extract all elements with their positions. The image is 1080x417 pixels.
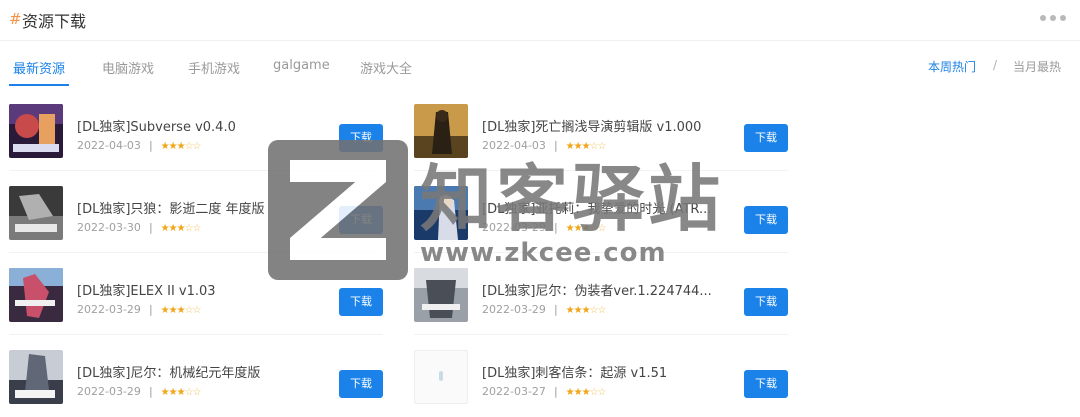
section-header: # 资源下载 [0, 0, 1080, 41]
item-meta: 2022-03-29 | ★★★☆☆ [482, 303, 606, 316]
row-divider [414, 170, 788, 171]
tab-game-collection[interactable]: 游戏大全 [360, 58, 412, 77]
download-button[interactable]: 下载 [339, 288, 383, 316]
death-stranding-thumb[interactable] [414, 104, 468, 158]
tab-galgame[interactable]: galgame [273, 58, 330, 73]
download-button[interactable]: 下载 [744, 288, 788, 316]
rating-stars: ★★★☆☆ [565, 387, 607, 398]
item-title[interactable]: [DL独家]ELEX II v1.03 [77, 280, 216, 299]
item-date: 2022-03-29 [482, 303, 546, 316]
row-divider [9, 252, 383, 253]
item-title[interactable]: [DL独家]尼尔：机械纪元年度版 [77, 362, 260, 381]
download-button[interactable]: 下载 [744, 206, 788, 234]
rating-stars: ★★★☆☆ [160, 387, 202, 398]
row-divider [9, 334, 383, 335]
rating-stars: ★★★☆☆ [565, 305, 607, 316]
download-button[interactable]: 下载 [744, 124, 788, 152]
tab-pc-games[interactable]: 电脑游戏 [102, 58, 154, 77]
nier-replicant-thumb[interactable] [414, 268, 468, 322]
item-title[interactable]: [DL独家]只狼：影逝二度 年度版 [77, 198, 265, 217]
rating-stars: ★★★☆☆ [160, 305, 202, 316]
atri-thumb[interactable] [414, 186, 468, 240]
list-item: [DL独家]刺客信条：起源 v1.51 2022-03-27 | ★★★☆☆ 下载 [414, 350, 794, 408]
item-title[interactable]: [DL独家]亚托莉：我挚爱的时光 (ATR... [482, 198, 711, 217]
rating-stars: ★★★☆☆ [160, 223, 202, 234]
item-title[interactable]: [DL独家]刺客信条：起源 v1.51 [482, 362, 667, 381]
download-button[interactable]: 下载 [339, 124, 383, 152]
row-divider [414, 334, 788, 335]
item-date: 2022-04-03 [482, 139, 546, 152]
download-button[interactable]: 下载 [744, 370, 788, 398]
section-title: 资源下载 [22, 12, 87, 31]
list-item: [DL独家]Subverse v0.4.0 2022-04-03 | ★★★☆☆ 下… [9, 104, 389, 162]
tab-weekly-hot[interactable]: 本周热门 [928, 58, 976, 75]
sekiro-thumb[interactable] [9, 186, 63, 240]
tab-bar: 最新资源 电脑游戏 手机游戏 galgame 游戏大全 本周热门 / 当月最热 [0, 42, 1080, 86]
item-date: 2022-03-30 [77, 221, 141, 234]
item-date: 2022-03-27 [482, 385, 546, 398]
list-item: [DL独家]只狼：影逝二度 年度版 2022-03-30 | ★★★☆☆ 下载 [9, 186, 389, 244]
download-button[interactable]: 下载 [339, 370, 383, 398]
tab-latest[interactable]: 最新资源 [13, 58, 65, 77]
tab-monthly-hot[interactable]: 当月最热 [1013, 58, 1061, 75]
tab-mobile-games[interactable]: 手机游戏 [188, 58, 240, 77]
subverse-thumb[interactable] [9, 104, 63, 158]
list-item: [DL独家]亚托莉：我挚爱的时光 (ATR... 2022-03-29 | ★★★☆… [414, 186, 794, 244]
item-title[interactable]: [DL独家]Subverse v0.4.0 [77, 116, 236, 135]
list-item: [DL独家]尼尔：伪装者ver.1.224744... 2022-03-29 | ★… [414, 268, 794, 326]
item-title[interactable]: [DL独家]尼尔：伪装者ver.1.224744... [482, 280, 712, 299]
item-meta: 2022-04-03 | ★★★☆☆ [482, 139, 606, 152]
item-date: 2022-03-29 [482, 221, 546, 234]
item-meta: 2022-03-29 | ★★★☆☆ [77, 303, 201, 316]
row-divider [414, 252, 788, 253]
more-options-icon[interactable] [1040, 15, 1066, 21]
item-meta: 2022-03-27 | ★★★☆☆ [482, 385, 606, 398]
active-tab-indicator [9, 84, 69, 86]
elex-thumb[interactable] [9, 268, 63, 322]
item-title[interactable]: [DL独家]死亡搁浅导演剪辑版 v1.000 [482, 116, 701, 135]
rating-stars: ★★★☆☆ [565, 223, 607, 234]
item-meta: 2022-03-30 | ★★★☆☆ [77, 221, 201, 234]
item-date: 2022-03-29 [77, 303, 141, 316]
hash-icon: # [9, 10, 22, 28]
item-date: 2022-03-29 [77, 385, 141, 398]
rating-stars: ★★★☆☆ [160, 141, 202, 152]
list-item: [DL独家]死亡搁浅导演剪辑版 v1.000 2022-04-03 | ★★★☆☆ … [414, 104, 794, 162]
item-date: 2022-04-03 [77, 139, 141, 152]
item-meta: 2022-03-29 | ★★★☆☆ [77, 385, 201, 398]
rating-stars: ★★★☆☆ [565, 141, 607, 152]
tab-separator: / [993, 58, 998, 72]
item-meta: 2022-03-29 | ★★★☆☆ [482, 221, 606, 234]
nier-automata-thumb[interactable] [9, 350, 63, 404]
list-item: [DL独家]ELEX II v1.03 2022-03-29 | ★★★☆☆ 下载 [9, 268, 389, 326]
item-meta: 2022-04-03 | ★★★☆☆ [77, 139, 201, 152]
row-divider [9, 170, 383, 171]
ac-origins-thumb[interactable] [414, 350, 468, 404]
download-button[interactable]: 下载 [339, 206, 383, 234]
list-item: [DL独家]尼尔：机械纪元年度版 2022-03-29 | ★★★☆☆ 下载 [9, 350, 389, 408]
